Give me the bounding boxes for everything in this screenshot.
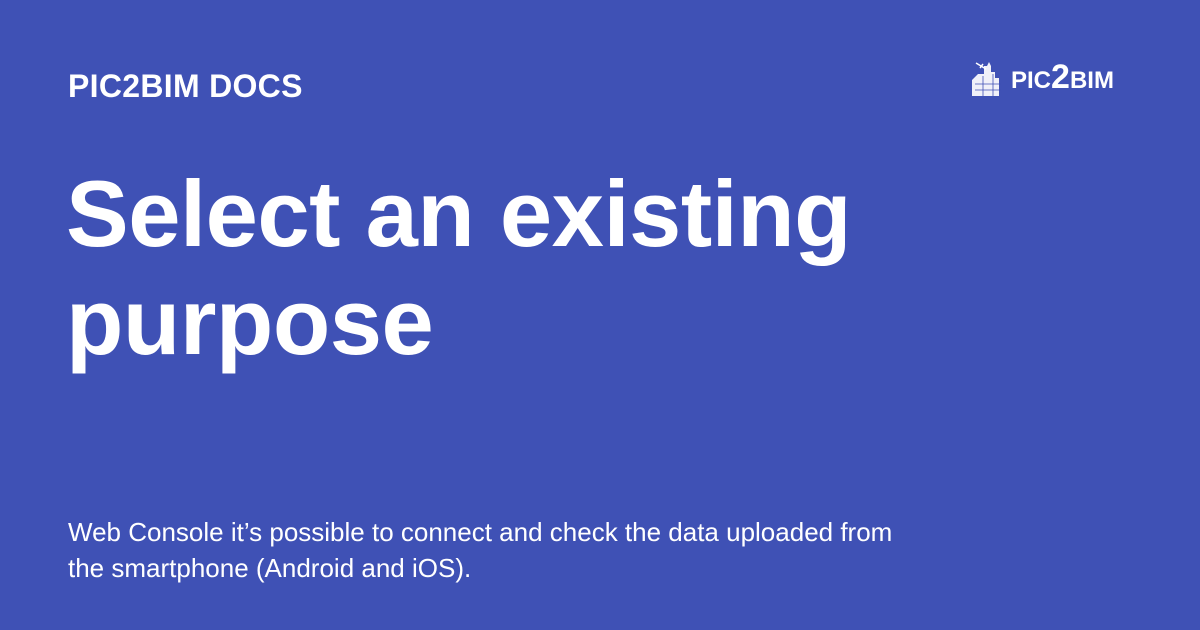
logo-part-2: 2 (1051, 58, 1070, 96)
building-drone-icon (972, 61, 1001, 96)
page-description: Web Console it’s possible to connect and… (68, 517, 893, 583)
logo-text: PIC2BIM (1011, 58, 1114, 97)
logo-part-1: PIC (1011, 67, 1052, 94)
page-title: Select an existing purpose (66, 161, 852, 374)
site-name: PIC2BIM DOCS (68, 68, 303, 104)
logo: PIC2BIM (971, 58, 1114, 97)
logo-part-3: BIM (1069, 67, 1114, 94)
